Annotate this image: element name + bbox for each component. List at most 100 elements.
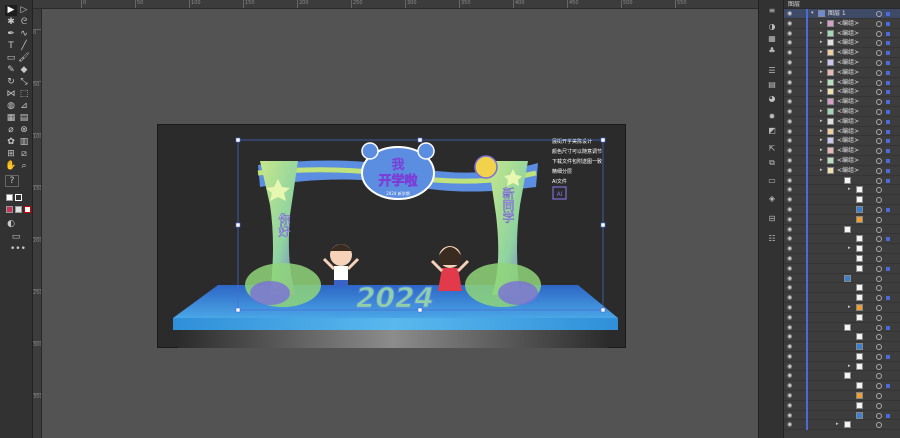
visibility-eye-icon[interactable]: ◉ bbox=[787, 185, 792, 194]
layer-row-group[interactable]: ◉ ▸ <编组> bbox=[784, 38, 900, 49]
graph-tool-icon[interactable]: ▥ bbox=[18, 137, 30, 148]
selection-handle[interactable] bbox=[600, 137, 606, 143]
layers-tab[interactable]: 图层 bbox=[784, 0, 900, 9]
chevron-right-icon[interactable]: ▸ bbox=[820, 146, 823, 155]
layer-row-group[interactable]: ◉ ▸ <编组> bbox=[784, 97, 900, 107]
target-circle-icon[interactable] bbox=[876, 226, 882, 233]
visibility-eye-icon[interactable]: ◉ bbox=[787, 293, 792, 302]
target-circle-icon[interactable] bbox=[876, 236, 882, 243]
visibility-eye-icon[interactable]: ◉ bbox=[787, 48, 792, 57]
selection-handle[interactable] bbox=[235, 137, 241, 143]
visibility-eye-icon[interactable]: ◉ bbox=[787, 342, 792, 351]
chevron-right-icon[interactable]: ▸ bbox=[848, 362, 851, 371]
target-circle-icon[interactable] bbox=[876, 353, 882, 360]
layer-row-item[interactable]: ◉ ▸ bbox=[784, 420, 900, 431]
lasso-tool-icon[interactable]: ᘓ bbox=[18, 17, 30, 28]
target-circle-icon[interactable] bbox=[876, 128, 882, 135]
selection-handle[interactable] bbox=[235, 307, 241, 313]
visibility-eye-icon[interactable]: ◉ bbox=[787, 362, 792, 371]
visibility-eye-icon[interactable]: ◉ bbox=[787, 234, 792, 243]
visibility-eye-icon[interactable]: ◉ bbox=[787, 166, 792, 175]
target-circle-icon[interactable] bbox=[876, 167, 882, 174]
mesh-tool-icon[interactable]: ▦ bbox=[5, 113, 17, 124]
chevron-right-icon[interactable]: ▸ bbox=[848, 303, 851, 312]
type-tool-icon[interactable]: T bbox=[5, 41, 17, 52]
target-circle-icon[interactable] bbox=[876, 138, 882, 145]
visibility-eye-icon[interactable]: ◉ bbox=[787, 205, 792, 214]
color-swatch-icon[interactable] bbox=[6, 206, 13, 213]
scale-tool-icon[interactable]: ⤡ bbox=[18, 77, 30, 88]
slice-tool-icon[interactable]: ⧄ bbox=[18, 149, 30, 160]
chevron-right-icon[interactable]: ▸ bbox=[848, 244, 851, 253]
visibility-eye-icon[interactable]: ◉ bbox=[787, 313, 792, 322]
visibility-eye-icon[interactable]: ◉ bbox=[787, 117, 792, 126]
layer-row-group[interactable]: ◉ ▸ <编组> bbox=[784, 155, 900, 166]
target-circle-icon[interactable] bbox=[876, 157, 882, 164]
target-circle-icon[interactable] bbox=[876, 422, 882, 429]
layer-row-item[interactable]: ◉ bbox=[784, 253, 900, 264]
target-circle-icon[interactable] bbox=[876, 285, 882, 292]
layer-row-item[interactable]: ◉ bbox=[784, 273, 900, 284]
visibility-eye-icon[interactable]: ◉ bbox=[787, 58, 792, 67]
target-circle-icon[interactable] bbox=[876, 11, 882, 17]
visibility-eye-icon[interactable]: ◉ bbox=[787, 195, 792, 204]
layer-row-item[interactable]: ◉ bbox=[784, 224, 900, 235]
layer-row-group[interactable]: ◉ ▸ <编组> bbox=[784, 146, 900, 156]
layer-row-item[interactable]: ◉ bbox=[784, 293, 900, 303]
visibility-eye-icon[interactable]: ◉ bbox=[787, 107, 792, 116]
layer-row-group[interactable]: ◉ ▸ <编组> bbox=[784, 106, 900, 117]
target-circle-icon[interactable] bbox=[876, 373, 882, 380]
chevron-right-icon[interactable]: ▸ bbox=[820, 166, 823, 175]
layer-row-item[interactable]: ◉ bbox=[784, 195, 900, 205]
layer-row-item[interactable]: ◉ bbox=[784, 312, 900, 323]
visibility-eye-icon[interactable]: ◉ bbox=[787, 156, 792, 165]
gradient-swatch-icon[interactable] bbox=[15, 206, 22, 213]
target-circle-icon[interactable] bbox=[876, 197, 882, 204]
free-transform-tool-icon[interactable]: ⬚ bbox=[18, 89, 30, 100]
visibility-eye-icon[interactable]: ◉ bbox=[787, 303, 792, 312]
visibility-eye-icon[interactable]: ◉ bbox=[787, 225, 792, 234]
layer-row-group[interactable]: ◉ ▸ <编组> bbox=[784, 77, 900, 88]
graphic-styles-icon[interactable]: ◩ bbox=[767, 126, 777, 135]
visibility-eye-icon[interactable]: ◉ bbox=[787, 29, 792, 38]
chevron-right-icon[interactable]: ▸ bbox=[820, 107, 823, 116]
layer-row-item[interactable]: ◉ bbox=[784, 214, 900, 225]
symbols-icon[interactable]: ♣ bbox=[767, 46, 777, 55]
target-circle-icon[interactable] bbox=[876, 20, 882, 27]
chevron-right-icon[interactable]: ▸ bbox=[820, 48, 823, 57]
chevron-right-icon[interactable]: ▸ bbox=[836, 420, 839, 429]
visibility-eye-icon[interactable]: ◉ bbox=[787, 371, 792, 380]
visibility-eye-icon[interactable]: ◉ bbox=[787, 19, 792, 28]
selection-tool-icon[interactable]: ▶ bbox=[5, 5, 17, 16]
layer-row-item[interactable]: ◉ ▸ bbox=[784, 302, 900, 313]
swatches-icon[interactable]: ▦ bbox=[767, 34, 777, 43]
layer-row-item[interactable]: ◉ ▸ bbox=[784, 185, 900, 196]
target-circle-icon[interactable] bbox=[876, 383, 882, 390]
target-circle-icon[interactable] bbox=[876, 216, 882, 223]
layer-row-item[interactable]: ◉ bbox=[784, 381, 900, 392]
chevron-right-icon[interactable]: ▸ bbox=[820, 127, 823, 136]
visibility-eye-icon[interactable]: ◉ bbox=[787, 136, 792, 145]
target-circle-icon[interactable] bbox=[876, 206, 882, 213]
appearance-icon[interactable]: ✹ bbox=[767, 112, 777, 121]
layer-row-item[interactable]: ◉ bbox=[784, 391, 900, 401]
width-tool-icon[interactable]: ⋈ bbox=[5, 89, 17, 100]
chevron-right-icon[interactable]: ▸ bbox=[820, 97, 823, 106]
target-circle-icon[interactable] bbox=[876, 412, 882, 419]
layer-row-item[interactable]: ◉ bbox=[784, 322, 900, 333]
target-circle-icon[interactable] bbox=[876, 334, 882, 341]
document-canvas[interactable]: 我 开学啦 2024 新学期 你好 新同学 2024 展街开学美陈设计 颜色尺寸… bbox=[43, 10, 757, 438]
layer-row-group[interactable]: ◉ ▸ <编组> bbox=[784, 57, 900, 68]
layer-row-group[interactable]: ◉ ▸ <编组> bbox=[784, 48, 900, 58]
chevron-right-icon[interactable]: ▸ bbox=[820, 136, 823, 145]
target-circle-icon[interactable] bbox=[876, 99, 882, 106]
layer-row-item[interactable]: ◉ bbox=[784, 400, 900, 411]
comments-icon[interactable]: ▭ bbox=[767, 176, 777, 185]
visibility-eye-icon[interactable]: ◉ bbox=[787, 38, 792, 47]
chevron-right-icon[interactable]: ▸ bbox=[848, 185, 851, 194]
layer-row-item[interactable]: ◉ bbox=[784, 410, 900, 421]
visibility-eye-icon[interactable]: ◉ bbox=[787, 420, 792, 429]
direct-selection-tool-icon[interactable]: ▷ bbox=[18, 5, 30, 16]
visibility-eye-icon[interactable]: ◉ bbox=[787, 381, 792, 390]
layer-row-top[interactable]: ◉ ▾ 图层 1 bbox=[784, 9, 900, 19]
